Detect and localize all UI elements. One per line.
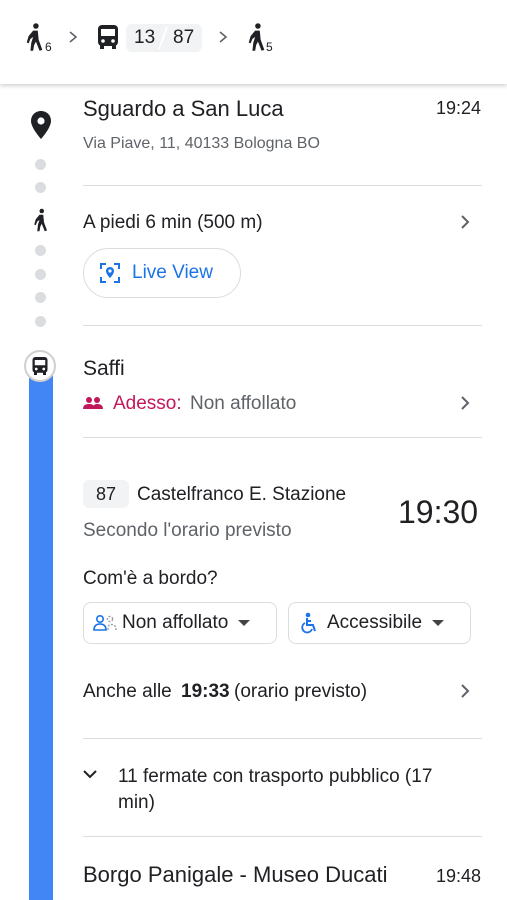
chevron-down-icon bbox=[83, 770, 97, 779]
also-suffix: (orario previsto) bbox=[234, 681, 368, 702]
people-icon bbox=[83, 397, 103, 409]
route-87: 87 bbox=[173, 27, 195, 48]
people-outline-icon bbox=[93, 614, 117, 631]
timeline-dot bbox=[35, 182, 46, 193]
timeline-dot bbox=[35, 159, 46, 170]
divider bbox=[83, 185, 482, 186]
live-view-icon bbox=[100, 263, 120, 283]
route-summary-bar[interactable]: 6 13 87 5 bbox=[0, 0, 507, 84]
route-13: 13 bbox=[134, 27, 156, 48]
chevron-right-icon bbox=[461, 215, 470, 229]
stop-name: Saffi bbox=[83, 357, 125, 380]
walk-icon bbox=[248, 23, 265, 51]
timeline-dot bbox=[35, 316, 46, 327]
bus-icon bbox=[98, 25, 118, 49]
origin-name: Sguardo a San Luca bbox=[83, 96, 284, 121]
live-view-label: Live View bbox=[132, 262, 213, 283]
origin-time: 19:24 bbox=[436, 98, 482, 118]
dropdown-caret-icon bbox=[432, 620, 445, 626]
departure-time: 19:30 bbox=[398, 494, 479, 530]
chevron-right-icon bbox=[219, 31, 228, 43]
crowd-dropdown-label: Non affollato bbox=[122, 612, 229, 633]
route-destination: Castelfranco E. Stazione bbox=[137, 484, 347, 505]
walk-step-row[interactable]: A piedi 6 min (500 m) bbox=[83, 205, 482, 239]
also-prefix: Anche alle bbox=[83, 681, 172, 702]
stops-count-line2: min) bbox=[118, 792, 155, 813]
timeline-dot bbox=[35, 292, 46, 303]
walk-icon bbox=[26, 23, 43, 51]
walk-step-label: A piedi 6 min (500 m) bbox=[83, 212, 263, 233]
divider bbox=[83, 836, 482, 837]
route-badge: 87 bbox=[83, 480, 129, 508]
crowd-info-row[interactable]: Adesso: Non affollato bbox=[83, 388, 482, 420]
crowd-status: Non affollato bbox=[190, 393, 297, 414]
dropdown-caret-icon bbox=[238, 620, 251, 626]
walk-end-minutes: 5 bbox=[266, 40, 273, 54]
stops-count-line1: 11 fermate con trasporto pubblico (17 bbox=[118, 766, 433, 787]
bus-stop-marker bbox=[24, 350, 56, 382]
accessibility-dropdown-label: Accessibile bbox=[327, 612, 423, 633]
alternate-departure-row[interactable]: Anche alle 19:33 (orario previsto) bbox=[83, 674, 482, 708]
divider bbox=[83, 738, 482, 739]
origin-address: Via Piave, 11, 40133 Bologna BO bbox=[83, 135, 320, 152]
wheelchair-icon bbox=[301, 612, 316, 634]
transit-line bbox=[29, 372, 53, 900]
timeline-dot bbox=[35, 269, 46, 280]
timeline-dot bbox=[35, 245, 46, 256]
walk-start-minutes: 6 bbox=[45, 40, 52, 54]
route-separator bbox=[157, 27, 169, 49]
onboard-question: Com'è a bordo? bbox=[83, 568, 218, 589]
crowd-prefix: Adesso: bbox=[113, 393, 182, 414]
bus-icon bbox=[32, 357, 48, 375]
next-stop-name: Borgo Panigale - Museo Ducati bbox=[83, 862, 388, 887]
chevron-right-icon bbox=[461, 396, 470, 410]
crowd-dropdown[interactable]: Non affollato bbox=[83, 602, 277, 644]
route-numbers-chip: 13 87 bbox=[126, 24, 202, 52]
schedule-note: Secondo l'orario previsto bbox=[83, 520, 292, 541]
stops-expander[interactable]: 11 fermate con trasporto pubblico (17 mi… bbox=[83, 760, 482, 818]
live-view-button[interactable]: Live View bbox=[83, 248, 241, 298]
walk-icon bbox=[34, 208, 47, 232]
next-stop-time: 19:48 bbox=[436, 866, 482, 886]
location-pin-icon bbox=[31, 111, 51, 139]
divider bbox=[83, 437, 482, 438]
chevron-right-icon bbox=[461, 684, 470, 698]
chevron-right-icon bbox=[69, 31, 78, 43]
divider bbox=[83, 325, 482, 326]
accessibility-dropdown[interactable]: Accessibile bbox=[288, 602, 471, 644]
also-time: 19:33 bbox=[181, 681, 230, 702]
